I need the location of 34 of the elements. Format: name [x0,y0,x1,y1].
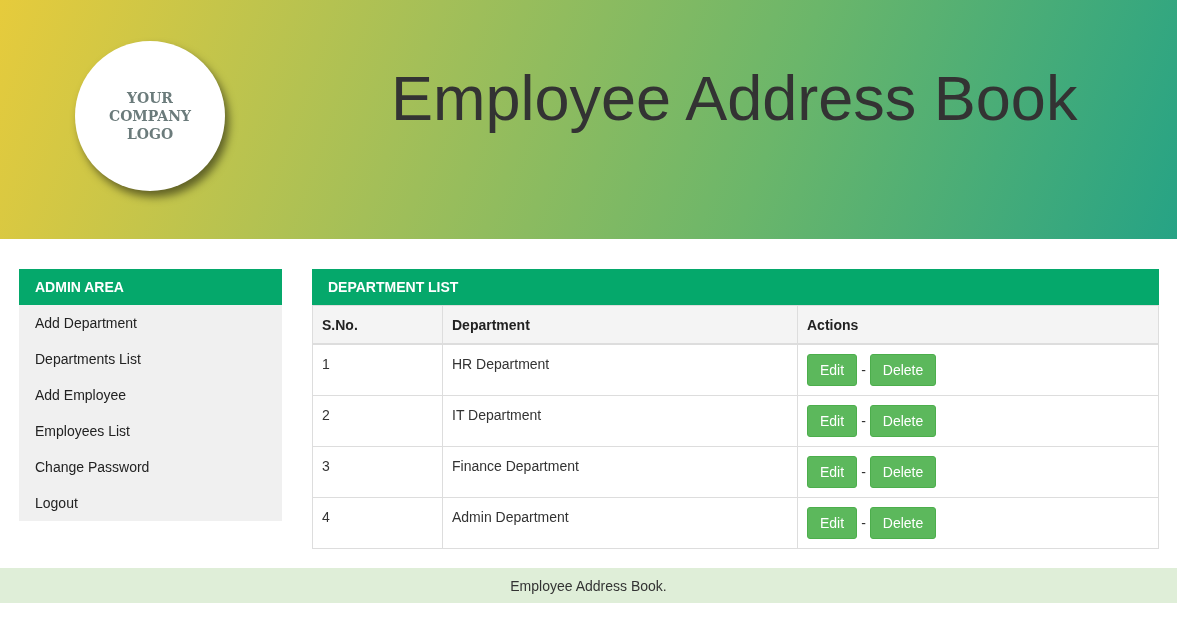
column-header: Department [442,305,798,344]
sidebar-link[interactable]: Departments List [19,341,282,377]
sidebar-link[interactable]: Change Password [19,449,282,485]
table-cell: 4 [312,497,443,549]
sidebar-link[interactable]: Employees List [19,413,282,449]
separator-text: - [861,413,866,429]
page-title: Employee Address Book [391,62,1078,135]
delete-button[interactable]: Delete [869,354,937,386]
column-header: Actions [797,305,1159,344]
separator-text: - [861,515,866,531]
footer-text: Employee Address Book. [510,577,667,594]
sidebar-link[interactable]: Logout [19,485,282,521]
table-cell: HR Department [442,344,798,396]
edit-button[interactable]: Edit [807,507,858,539]
sidebar-link[interactable]: Add Employee [19,377,282,413]
delete-button[interactable]: Delete [869,405,937,437]
edit-button[interactable]: Edit [807,456,858,488]
edit-button[interactable]: Edit [807,354,858,386]
company-logo: YOUR COMPANY LOGO [75,41,225,191]
sidebar-header: ADMIN AREA [19,269,282,305]
delete-button[interactable]: Delete [869,456,937,488]
table-cell: 2 [312,395,443,447]
edit-button[interactable]: Edit [807,405,858,437]
table-cell: Admin Department [442,497,798,549]
table-cell: IT Department [442,395,798,447]
delete-button[interactable]: Delete [869,507,937,539]
sidebar-link[interactable]: Add Department [19,305,282,341]
table-cell: 3 [312,446,443,498]
column-header: S.No. [312,305,443,344]
separator-text: - [861,362,866,378]
table-cell: Finance Department [442,446,798,498]
panel-header: DEPARTMENT LIST [312,269,1159,305]
separator-text: - [861,464,866,480]
table-cell: 1 [312,344,443,396]
